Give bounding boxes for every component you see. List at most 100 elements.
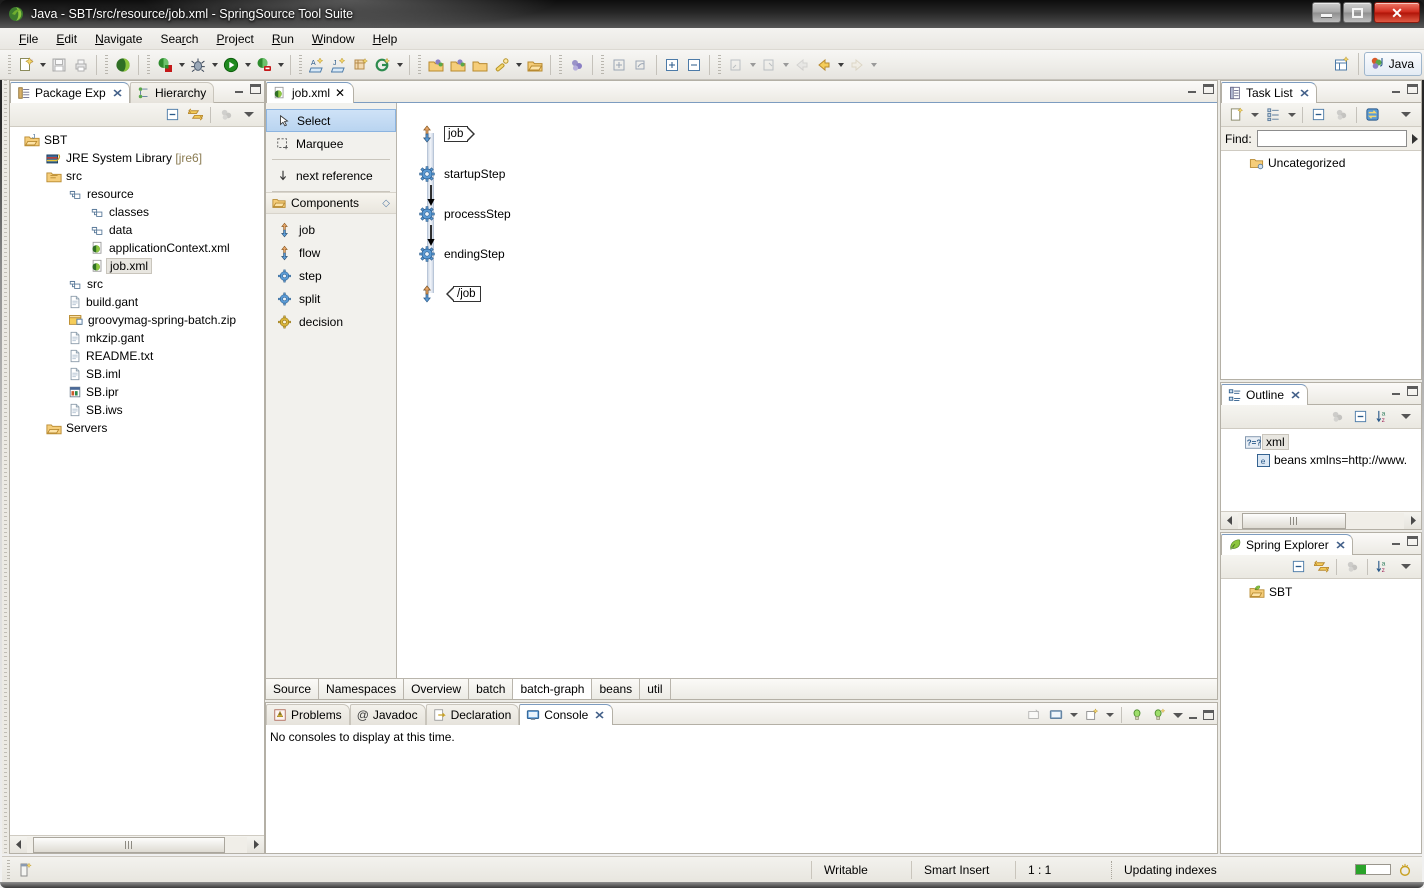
run-dropdown-icon[interactable]: [242, 54, 253, 76]
link-with-editor-icon[interactable]: [1311, 557, 1331, 577]
tab-spring-explorer[interactable]: Spring Explorer ✕: [1221, 534, 1353, 555]
diagram-node-job-open[interactable]: job: [417, 125, 511, 143]
menu-window[interactable]: Window: [303, 30, 364, 48]
outline-tree[interactable]: ?=? xml e beans xmlns=http://www.: [1221, 429, 1421, 511]
prev-edit-icon[interactable]: [813, 54, 835, 76]
scroll-track[interactable]: [27, 836, 247, 853]
maximize-button[interactable]: [1343, 2, 1372, 23]
minimize-button[interactable]: [1312, 2, 1341, 23]
search-icon[interactable]: [491, 54, 513, 76]
save-icon[interactable]: [48, 54, 70, 76]
tree-item-sb-iws[interactable]: SB.iws: [10, 401, 264, 419]
open-console-icon[interactable]: [1025, 706, 1043, 724]
coverage-dropdown-icon[interactable]: [275, 54, 286, 76]
menu-run[interactable]: Run: [263, 30, 303, 48]
package-explorer-tree[interactable]: J SBT JRE System Library [jre6] src resource…: [10, 127, 264, 835]
tree-item-groovymag-spring-batch-zip[interactable]: groovymag-spring-batch.zip: [10, 311, 264, 329]
prev-edit-dropdown-icon[interactable]: [835, 54, 846, 76]
display-selected-console-icon[interactable]: [1047, 706, 1065, 724]
debug-dropdown-icon[interactable]: [209, 54, 220, 76]
link-with-editor-icon[interactable]: [185, 105, 205, 125]
console-output[interactable]: No consoles to display at this time.: [266, 725, 1217, 853]
view-menu-icon[interactable]: [1172, 706, 1184, 724]
task-category-uncategorized[interactable]: Uncategorized: [1221, 154, 1421, 172]
new-wizard-dropdown-icon[interactable]: [37, 54, 48, 76]
open-type-icon[interactable]: [425, 54, 447, 76]
tree-item-src[interactable]: src: [10, 167, 264, 185]
maximize-view-icon[interactable]: [1407, 536, 1418, 546]
link-icon[interactable]: [566, 54, 588, 76]
package-explorer-hscrollbar[interactable]: [10, 835, 264, 853]
tree-item-classes[interactable]: classes: [10, 203, 264, 221]
palette-tool-marquee[interactable]: Marquee: [266, 132, 396, 155]
palette-tool-select[interactable]: Select: [266, 109, 396, 132]
palette-group-components[interactable]: Components ◇: [266, 192, 396, 214]
open-resource-icon[interactable]: [469, 54, 491, 76]
page-tab-batch[interactable]: batch: [469, 679, 514, 699]
spring-explorer-tree[interactable]: SBT: [1221, 579, 1421, 853]
find-input[interactable]: [1256, 130, 1407, 147]
close-icon[interactable]: ✕: [1335, 539, 1346, 552]
maximize-view-icon[interactable]: [1407, 386, 1418, 396]
focus-icon[interactable]: [216, 105, 236, 125]
view-menu-icon[interactable]: [1396, 407, 1416, 427]
tab-task-list[interactable]: Task List ✕: [1221, 82, 1317, 103]
toolbar-grip[interactable]: [147, 54, 150, 75]
outline-item-xml[interactable]: ?=? xml: [1221, 433, 1421, 451]
palette-next-reference[interactable]: next reference: [266, 164, 396, 187]
scroll-lock-icon[interactable]: [1150, 706, 1168, 724]
palette-component-decision[interactable]: decision: [266, 310, 396, 333]
diagram-node-ending-step[interactable]: endingStep: [417, 245, 511, 263]
page-tab-beans[interactable]: beans: [592, 679, 641, 699]
page-tab-Overview[interactable]: Overview: [404, 679, 470, 699]
tab-hierarchy[interactable]: Hierarchy: [129, 82, 215, 103]
diagram-node-process-step[interactable]: processStep: [417, 205, 511, 246]
batch-graph-canvas[interactable]: job startupStep processStep endingStep /…: [397, 103, 1217, 678]
tree-item-resource[interactable]: resource: [10, 185, 264, 203]
menu-search[interactable]: Search: [151, 30, 207, 48]
tree-item-sb-ipr[interactable]: SB.ipr: [10, 383, 264, 401]
diagram-node-startup-step[interactable]: startupStep: [417, 165, 511, 206]
menu-project[interactable]: Project: [207, 30, 262, 48]
new-java-class-icon[interactable]: J: [328, 54, 350, 76]
scroll-track[interactable]: [1238, 512, 1404, 529]
diagram-node-job-close[interactable]: /job: [417, 285, 511, 303]
maximize-view-icon[interactable]: [250, 84, 261, 94]
outline-item-beans[interactable]: e beans xmlns=http://www.: [1221, 451, 1421, 469]
tree-item-src[interactable]: src: [10, 275, 264, 293]
next-annotation-icon[interactable]: [630, 54, 652, 76]
close-icon[interactable]: ✕: [1299, 87, 1310, 100]
back-nav-icon[interactable]: [791, 54, 813, 76]
scroll-left-icon[interactable]: [1221, 513, 1238, 529]
new-wizard-icon[interactable]: [15, 54, 37, 76]
presentation-icon[interactable]: [1263, 105, 1283, 125]
new-task-menu-icon[interactable]: [1249, 105, 1260, 125]
page-tab-Namespaces[interactable]: Namespaces: [319, 679, 405, 699]
tree-item-applicationcontext-xml[interactable]: applicationContext.xml: [10, 239, 264, 257]
tree-item-build-gant[interactable]: build.gant: [10, 293, 264, 311]
close-button[interactable]: ✕: [1374, 2, 1420, 23]
next-edit-dropdown-icon[interactable]: [868, 54, 879, 76]
task-list-body[interactable]: Uncategorized: [1221, 151, 1421, 379]
view-menu-icon[interactable]: [1396, 105, 1416, 125]
tree-item-mkzip-gant[interactable]: mkzip.gant: [10, 329, 264, 347]
view-menu-icon[interactable]: [239, 105, 259, 125]
view-menu-icon[interactable]: [1396, 557, 1416, 577]
page-tab-util[interactable]: util: [640, 679, 671, 699]
palette-component-job[interactable]: job: [266, 218, 396, 241]
minimize-view-icon[interactable]: [1391, 85, 1402, 94]
tree-item-data[interactable]: data: [10, 221, 264, 239]
menu-edit[interactable]: Edit: [47, 30, 86, 48]
close-icon[interactable]: ✕: [112, 87, 123, 100]
tree-item-jre-system-library[interactable]: JRE System Library [jre6]: [10, 149, 264, 167]
menu-file[interactable]: File: [10, 30, 47, 48]
tree-item-readme-txt[interactable]: README.txt: [10, 347, 264, 365]
external-tools-dropdown-icon[interactable]: [176, 54, 187, 76]
forward-history-dropdown-icon[interactable]: [780, 54, 791, 76]
page-tab-batch-graph[interactable]: batch-graph: [513, 679, 593, 699]
focus-icon[interactable]: [1327, 407, 1347, 427]
open-perspective-icon[interactable]: [1331, 53, 1353, 75]
print-icon[interactable]: [70, 54, 92, 76]
new-package-icon[interactable]: [350, 54, 372, 76]
coverage-icon[interactable]: [253, 54, 275, 76]
